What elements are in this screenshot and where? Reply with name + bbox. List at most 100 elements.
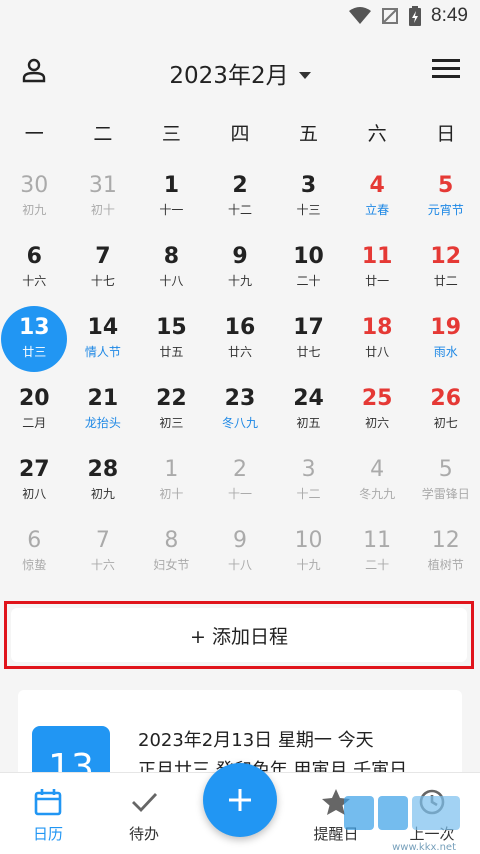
wifi-icon — [349, 7, 372, 24]
day-cell[interactable]: 11 廿一 — [343, 236, 412, 307]
lunar-date: 冬八九 — [221, 416, 258, 430]
day-number: 6 — [27, 528, 42, 553]
day-number: 9 — [232, 528, 247, 553]
day-number: 2 — [232, 173, 248, 198]
day-cell[interactable]: 4 立春 — [343, 165, 412, 236]
lunar-date: 廿五 — [159, 345, 184, 359]
day-number: 5 — [438, 457, 453, 482]
lunar-date: 廿六 — [227, 345, 252, 359]
day-number: 17 — [293, 315, 324, 340]
day-cell[interactable]: 27 初八 — [0, 449, 69, 520]
lunar-date: 冬九九 — [359, 487, 396, 501]
nav-calendar[interactable]: 日历 — [8, 773, 88, 854]
day-cell[interactable]: 18 廿八 — [343, 307, 412, 378]
day-number: 31 — [88, 173, 117, 198]
weekday-label: 一 — [24, 123, 44, 145]
day-cell[interactable]: 22 初三 — [137, 378, 206, 449]
add-schedule-button[interactable]: + 添加日程 — [11, 608, 467, 662]
nav-todo-label: 待办 — [128, 825, 159, 843]
day-cell[interactable]: 9 十八 — [206, 520, 275, 591]
day-cell[interactable]: 5 元宵节 — [411, 165, 480, 236]
day-number: 16 — [224, 315, 256, 340]
day-number: 1 — [163, 173, 180, 198]
dropdown-caret-icon — [298, 72, 311, 79]
day-number: 2 — [232, 457, 247, 482]
clock: 8:49 — [431, 5, 468, 26]
lunar-date: 十七 — [90, 274, 115, 288]
lunar-date: 初九 — [22, 203, 47, 217]
day-cell[interactable]: 7 十六 — [69, 520, 138, 591]
day-cell[interactable]: 26 初七 — [411, 378, 480, 449]
day-number: 14 — [87, 315, 119, 340]
day-number: 11 — [363, 528, 392, 553]
day-cell[interactable]: 12 植树节 — [411, 520, 480, 591]
day-cell[interactable]: 10 十九 — [274, 520, 343, 591]
add-fab-button[interactable] — [203, 763, 277, 837]
day-cell[interactable]: 11 二十 — [343, 520, 412, 591]
day-cell[interactable]: 1 十一 — [137, 165, 206, 236]
day-cell[interactable]: 6 惊蛰 — [0, 520, 69, 591]
lunar-date: 廿三 — [22, 345, 47, 359]
day-cell[interactable]: 9 十九 — [206, 236, 275, 307]
day-cell[interactable]: 31 初十 — [69, 165, 138, 236]
day-cell[interactable]: 14 情人节 — [69, 307, 138, 378]
day-cell[interactable]: 28 初九 — [69, 449, 138, 520]
lunar-date: 初九 — [90, 487, 115, 501]
lunar-date: 初十 — [90, 203, 115, 217]
lunar-date: 初十 — [159, 487, 184, 501]
lunar-date: 情人节 — [84, 345, 121, 359]
day-number: 9 — [232, 244, 248, 269]
day-number: 11 — [361, 244, 393, 269]
day-cell[interactable]: 1 初十 — [137, 449, 206, 520]
day-cell[interactable]: 3 十三 — [274, 165, 343, 236]
menu-button[interactable] — [432, 56, 462, 86]
day-number: 1 — [164, 457, 179, 482]
day-cell[interactable]: 7 十七 — [69, 236, 138, 307]
lunar-date: 龙抬头 — [84, 416, 121, 430]
calendar-grid: 30 初九 31 初十 1 十一 2 十二 3 十三 4 立春 5 元宵节 6 十六 7 十七 8 十八 9 十九 10 二十… — [0, 165, 480, 591]
nav-todo[interactable]: 待办 — [104, 773, 184, 854]
day-cell[interactable]: 2 十一 — [206, 449, 275, 520]
day-cell[interactable]: 21 龙抬头 — [69, 378, 138, 449]
day-cell[interactable]: 5 学雷锋日 — [411, 449, 480, 520]
day-cell[interactable]: 19 雨水 — [411, 307, 480, 378]
plus-icon — [229, 789, 251, 811]
day-cell[interactable]: 15 廿五 — [137, 307, 206, 378]
day-cell[interactable]: 24 初五 — [274, 378, 343, 449]
day-cell[interactable]: 12 廿二 — [411, 236, 480, 307]
day-cell[interactable]: 4 冬九九 — [343, 449, 412, 520]
day-number: 10 — [294, 528, 323, 553]
day-number: 5 — [438, 173, 454, 198]
status-icons: 8:49 — [349, 5, 468, 27]
day-cell[interactable]: 2 十二 — [206, 165, 275, 236]
day-cell[interactable]: 8 妇女节 — [137, 520, 206, 591]
lunar-date: 初三 — [159, 416, 184, 430]
month-selector[interactable]: 2023年2月 — [0, 56, 480, 90]
day-cell-selected[interactable]: 13 廿三 — [0, 306, 69, 378]
day-number: 28 — [87, 457, 119, 482]
lunar-date: 初七 — [433, 416, 458, 430]
lunar-date: 妇女节 — [153, 558, 190, 572]
day-number: 26 — [430, 386, 462, 411]
day-cell[interactable]: 10 二十 — [274, 236, 343, 307]
lunar-date: 十三 — [296, 203, 321, 217]
lunar-date: 廿二 — [433, 274, 458, 288]
day-cell[interactable]: 20 二月 — [0, 378, 69, 449]
day-cell[interactable]: 8 十八 — [137, 236, 206, 307]
day-cell[interactable]: 3 十二 — [274, 449, 343, 520]
lunar-date: 十九 — [296, 558, 321, 572]
day-number: 4 — [369, 173, 385, 198]
weekday-label: 三 — [161, 123, 181, 145]
day-cell[interactable]: 30 初九 — [0, 165, 69, 236]
battery-icon — [409, 6, 422, 26]
day-number: 6 — [26, 244, 42, 269]
lunar-date: 二月 — [22, 416, 47, 430]
day-cell[interactable]: 6 十六 — [0, 236, 69, 307]
day-number: 3 — [301, 457, 316, 482]
day-number: 7 — [95, 244, 111, 269]
day-cell[interactable]: 16 廿六 — [206, 307, 275, 378]
day-cell[interactable]: 17 廿七 — [274, 307, 343, 378]
day-cell[interactable]: 25 初六 — [343, 378, 412, 449]
lunar-date: 初八 — [22, 487, 47, 501]
day-cell[interactable]: 23 冬八九 — [206, 378, 275, 449]
